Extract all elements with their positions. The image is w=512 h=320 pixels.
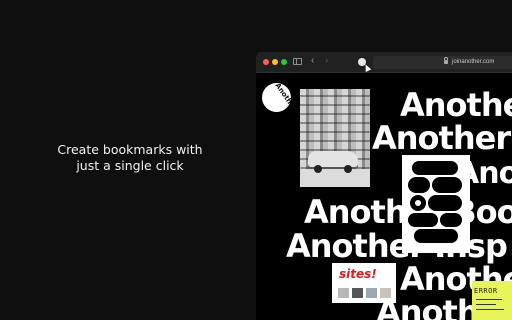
- mouse-cursor-icon: [362, 63, 372, 72]
- sites-sticker: sites!: [332, 263, 396, 303]
- sites-thumbnail: [380, 288, 391, 298]
- site-logo-text: Another: [273, 81, 299, 113]
- abstract-shape-card: [402, 155, 470, 253]
- car-graphic: [308, 151, 358, 173]
- promo-line-1: Create bookmarks with: [57, 142, 203, 157]
- error-note-line: [476, 309, 504, 310]
- error-note-label: ERROR: [474, 287, 498, 295]
- promo-line-2: just a single click: [76, 158, 184, 173]
- minimize-window-button[interactable]: [272, 59, 278, 65]
- browser-window: ‹ › joinanother.com Another Another Anot…: [256, 52, 512, 320]
- sites-sticker-text: sites!: [339, 267, 377, 281]
- address-bar[interactable]: joinanother.com: [373, 56, 512, 69]
- sites-thumbnail: [338, 288, 349, 298]
- photo-foreground: [300, 169, 370, 187]
- lock-icon: [444, 57, 448, 64]
- back-icon[interactable]: ‹: [311, 55, 314, 67]
- error-note-line: [476, 299, 502, 300]
- sidebar-icon[interactable]: [293, 58, 302, 65]
- promo-caption: Create bookmarks with just a single clic…: [40, 142, 220, 174]
- address-url: joinanother.com: [452, 59, 495, 65]
- sites-thumbnail: [352, 288, 363, 298]
- forward-icon[interactable]: ›: [325, 55, 328, 67]
- close-window-button[interactable]: [263, 59, 269, 65]
- abstract-shape-graphic: [408, 161, 462, 243]
- error-note-line: [476, 304, 496, 305]
- parking-lot-photo: [300, 89, 370, 187]
- site-logo[interactable]: Another: [262, 82, 298, 112]
- maximize-window-button[interactable]: [281, 59, 287, 65]
- website-content: Another Another Anoth Another Boo Anothe…: [256, 73, 512, 320]
- error-note: ERROR: [472, 281, 512, 320]
- headline-2: Another: [372, 119, 511, 157]
- sites-thumbnail: [366, 288, 377, 298]
- browser-toolbar: ‹ › joinanother.com: [256, 52, 512, 73]
